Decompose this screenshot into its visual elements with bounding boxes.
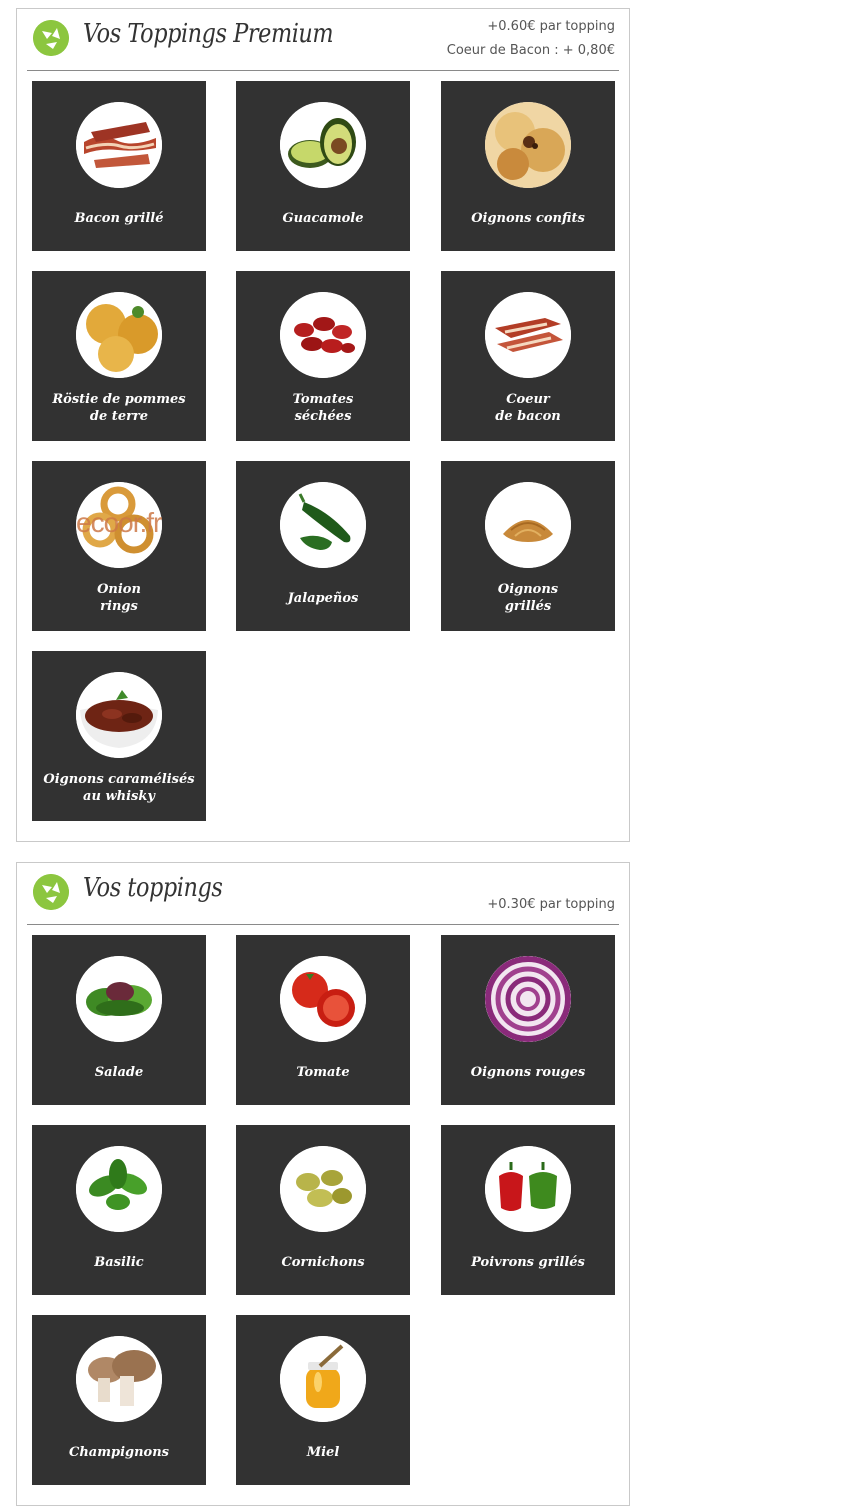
avocado-icon	[280, 102, 366, 188]
topping-tile-tomate[interactable]: Tomate	[236, 935, 410, 1105]
topping-tile-oignons-confits[interactable]: Oignons confits	[441, 81, 615, 251]
topping-label: Champignons	[69, 1444, 169, 1460]
topping-tile-oignons-rouges[interactable]: Oignons rouges	[441, 935, 615, 1105]
topping-tile-jalapenos[interactable]: Jalapeños	[236, 461, 410, 631]
topping-label: Oignons caramélisés au whisky	[43, 772, 195, 804]
topping-tile-bacon[interactable]: Bacon grillé	[32, 81, 206, 251]
topping-tile-onion-rings[interactable]: Onion rings ecoor.fr	[32, 461, 206, 631]
topping-label: Miel	[306, 1444, 340, 1460]
bacon-icon	[76, 102, 162, 188]
standard-toppings-panel: Vos toppings +0.30€ par topping Salade T…	[16, 862, 630, 1506]
topping-tile-tomates-sechees[interactable]: Tomates séchées	[236, 271, 410, 441]
topping-label: Jalapeños	[287, 590, 359, 606]
leaf-logo-icon	[33, 20, 69, 56]
tomato-icon	[280, 956, 366, 1042]
price-per-topping: +0.60€ par topping	[487, 19, 615, 34]
topping-label: Tomate	[296, 1064, 350, 1080]
topping-tile-cornichons[interactable]: Cornichons	[236, 1125, 410, 1295]
topping-tile-champignons[interactable]: Champignons	[32, 1315, 206, 1485]
pickle-icon	[280, 1146, 366, 1232]
leaf-logo-icon	[33, 874, 69, 910]
jalapeno-icon	[280, 482, 366, 568]
honey-icon	[280, 1336, 366, 1422]
confit-onion-icon	[485, 102, 571, 188]
topping-tile-salade[interactable]: Salade	[32, 935, 206, 1105]
topping-label: Röstie de pommes de terre	[52, 392, 186, 424]
fried-onion-icon	[485, 482, 571, 568]
topping-label: Bacon grillé	[74, 210, 164, 226]
topping-tile-miel[interactable]: Miel	[236, 1315, 410, 1485]
topping-label: Cornichons	[281, 1254, 365, 1270]
topping-label: Onion rings	[97, 582, 141, 614]
caramelized-onion-icon	[76, 672, 162, 758]
topping-label: Guacamole	[282, 210, 364, 226]
dried-tomato-icon	[280, 292, 366, 378]
topping-tile-oignons-caramelises[interactable]: Oignons caramélisés au whisky	[32, 651, 206, 821]
topping-tile-basilic[interactable]: Basilic	[32, 1125, 206, 1295]
basil-icon	[76, 1146, 162, 1232]
bacon-heart-price: Coeur de Bacon : + 0,80€	[446, 43, 615, 58]
panel-title: Vos Toppings Premium	[83, 19, 334, 49]
price-per-topping: +0.30€ par topping	[487, 897, 615, 912]
topping-label: Basilic	[94, 1254, 144, 1270]
topping-tile-guacamole[interactable]: Guacamole	[236, 81, 410, 251]
mushroom-icon	[76, 1336, 162, 1422]
lettuce-icon	[76, 956, 162, 1042]
panel-title: Vos toppings	[83, 873, 223, 903]
topping-label: Tomates séchées	[292, 392, 354, 424]
onion-rings-icon	[76, 482, 162, 568]
premium-toppings-panel: Vos Toppings Premium +0.60€ par topping …	[16, 8, 630, 842]
topping-label: Poivrons grillés	[471, 1254, 585, 1270]
red-onion-icon	[485, 956, 571, 1042]
pepper-icon	[485, 1146, 571, 1232]
topping-tile-oignons-grilles[interactable]: Oignons grillés	[441, 461, 615, 631]
rosti-icon	[76, 292, 162, 378]
bacon-heart-icon	[485, 292, 571, 378]
topping-label: Oignons rouges	[470, 1064, 586, 1080]
standard-header: Vos toppings +0.30€ par topping	[27, 863, 619, 925]
topping-label: Salade	[94, 1064, 144, 1080]
topping-label: Oignons grillés	[497, 582, 559, 614]
topping-tile-poivrons-grilles[interactable]: Poivrons grillés	[441, 1125, 615, 1295]
topping-label: Oignons confits	[471, 210, 585, 226]
topping-tile-coeur-de-bacon[interactable]: Coeur de bacon	[441, 271, 615, 441]
premium-header: Vos Toppings Premium +0.60€ par topping …	[27, 9, 619, 71]
topping-label: Coeur de bacon	[495, 392, 561, 424]
topping-tile-rosti[interactable]: Röstie de pommes de terre	[32, 271, 206, 441]
